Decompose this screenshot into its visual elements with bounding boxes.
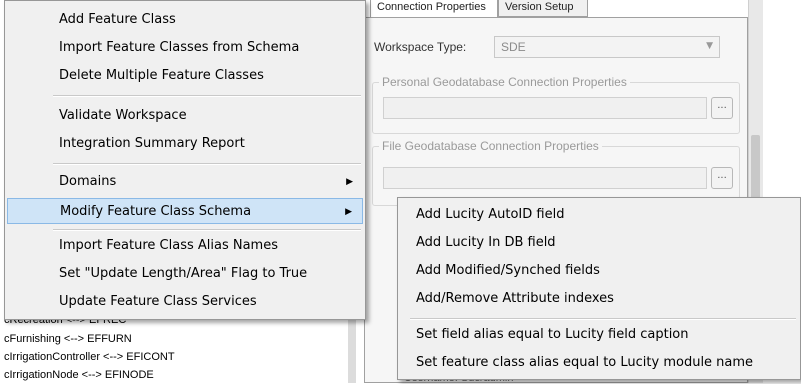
tab-strip: Connection Properties Version Setup [370,0,750,18]
menu-item-label: Add Feature Class [59,12,176,27]
menu-item-domains[interactable]: Domains ▶ [7,169,363,195]
chevron-down-icon: ▼ [706,41,713,51]
menu-item-label: Add/Remove Attribute indexes [416,291,614,306]
personal-browse-button[interactable]: ... [711,97,733,119]
menu-separator [53,229,361,231]
tree-item[interactable]: cIrrigationNode <--> EFINODE [4,369,154,381]
tree-item[interactable]: cFurnishing <--> EFFURN [4,333,132,345]
menu-item-label: Validate Workspace [59,108,187,123]
file-geodatabase-title: File Geodatabase Connection Properties [379,139,602,153]
menu-item-add-feature-class[interactable]: Add Feature Class [7,7,363,33]
menu-item-label: Add Lucity AutoID field [416,207,565,222]
menu-item-label: Update Feature Class Services [59,294,257,309]
menu-item-label: Set field alias equal to Lucity field ca… [416,327,689,342]
menu-item-label: Add Lucity In DB field [416,235,556,250]
submenu-item-add-modified-synched[interactable]: Add Modified/Synched fields [400,258,798,284]
chevron-right-icon: ▶ [346,177,353,187]
menu-item-validate-workspace[interactable]: Validate Workspace [7,103,363,129]
workspace-type-label: Workspace Type: [374,40,467,54]
tab-connection-properties[interactable]: Connection Properties [370,0,498,17]
menu-item-set-update-length-flag[interactable]: Set "Update Length/Area" Flag to True [7,261,363,287]
submenu-item-add-autoid[interactable]: Add Lucity AutoID field [400,202,798,228]
menu-item-update-feature-class-services[interactable]: Update Feature Class Services [7,289,363,315]
menu-item-label: Delete Multiple Feature Classes [59,68,264,83]
menu-separator [410,318,796,320]
menu-item-modify-feature-class-schema[interactable]: Modify Feature Class Schema ▶ [7,198,363,224]
menu-item-label: Import Feature Classes from Schema [59,40,300,55]
context-menu: Add Feature Class Import Feature Classes… [4,0,366,320]
menu-item-label: Import Feature Class Alias Names [59,238,278,253]
menu-item-label: Set feature class alias equal to Lucity … [416,355,754,370]
menu-item-label: Domains [59,174,117,189]
menu-item-import-alias-names[interactable]: Import Feature Class Alias Names [7,233,363,259]
submenu-item-attribute-indexes[interactable]: Add/Remove Attribute indexes [400,286,798,312]
menu-item-label: Set "Update Length/Area" Flag to True [59,266,308,281]
menu-item-label: Integration Summary Report [59,136,245,151]
file-geodatabase-path-input[interactable] [383,167,707,189]
submenu-item-add-in-db[interactable]: Add Lucity In DB field [400,230,798,256]
menu-item-label: Modify Feature Class Schema [60,204,252,219]
chevron-right-icon: ▶ [345,207,352,217]
personal-geodatabase-title: Personal Geodatabase Connection Properti… [379,75,630,89]
menu-separator [53,95,361,97]
file-browse-button[interactable]: ... [711,167,733,189]
submenu-item-feature-class-alias[interactable]: Set feature class alias equal to Lucity … [400,350,798,376]
menu-item-label: Add Modified/Synched fields [416,263,600,278]
menu-item-delete-multiple[interactable]: Delete Multiple Feature Classes [7,63,363,89]
menu-item-integration-summary[interactable]: Integration Summary Report [7,131,363,157]
menu-item-import-feature-classes[interactable]: Import Feature Classes from Schema [7,35,363,61]
tree-item[interactable]: cIrrigationController <--> EFICONT [4,351,175,363]
workspace-type-value: SDE [501,40,526,54]
tab-version-setup[interactable]: Version Setup [498,0,588,17]
menu-separator [53,163,361,165]
personal-geodatabase-group: Personal Geodatabase Connection Properti… [372,75,740,134]
workspace-type-combo[interactable]: SDE ▼ [494,36,720,58]
modify-schema-submenu: Add Lucity AutoID field Add Lucity In DB… [397,197,801,380]
personal-geodatabase-path-input[interactable] [383,97,707,119]
submenu-item-field-alias[interactable]: Set field alias equal to Lucity field ca… [400,322,798,348]
